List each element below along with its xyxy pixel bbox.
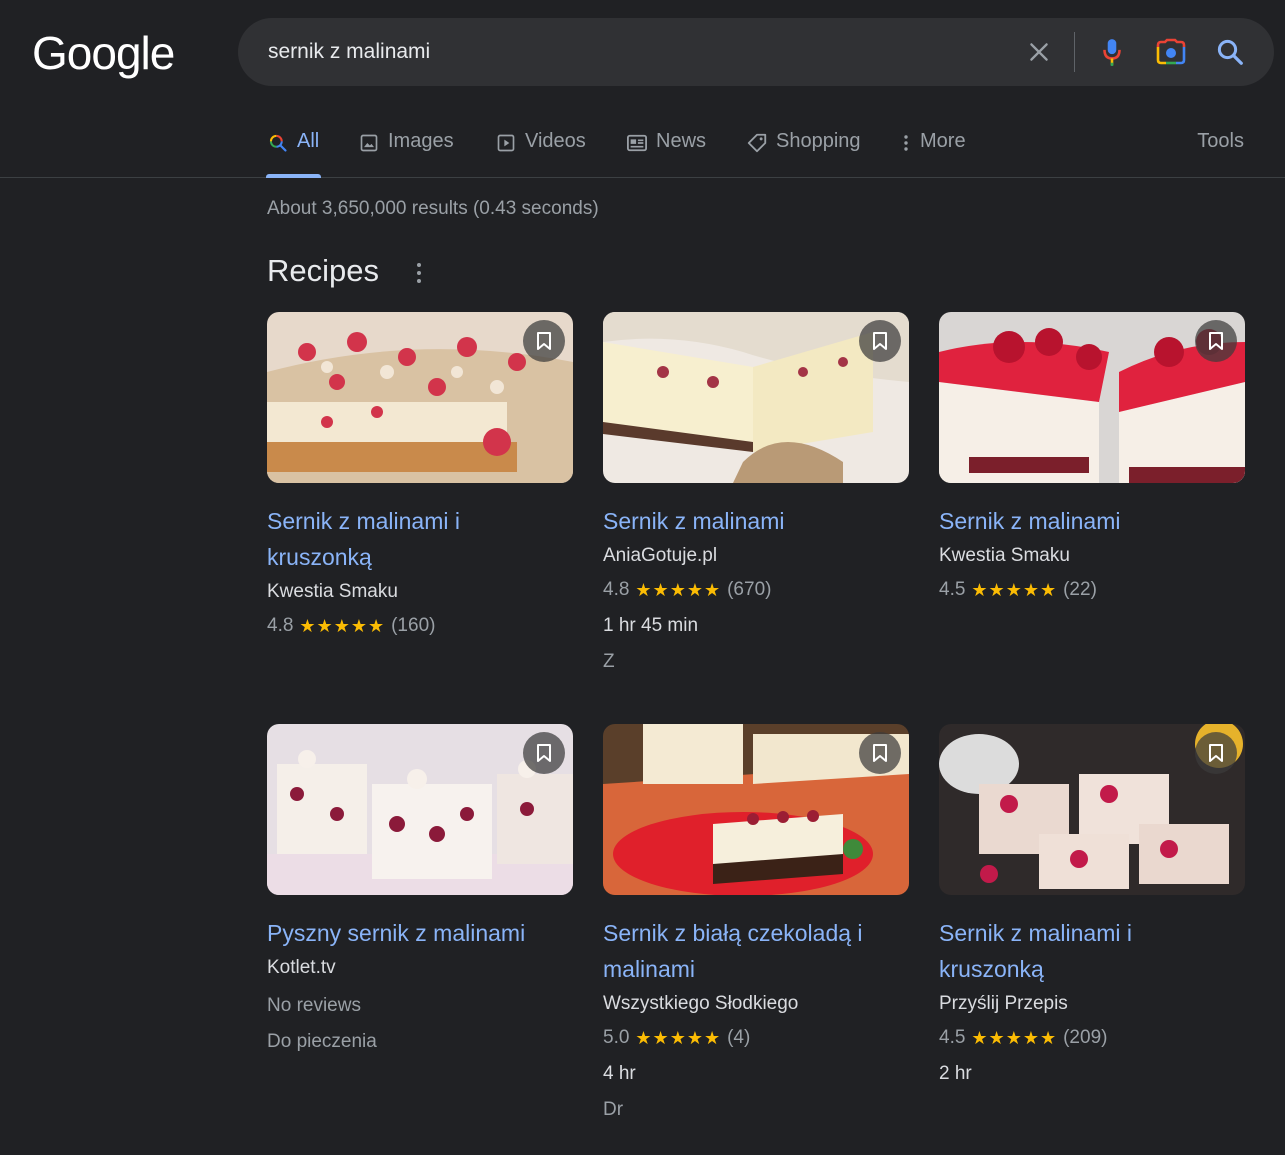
recipe-card[interactable]: Pyszny sernik z malinami Kotlet.tv No re…: [267, 724, 573, 1053]
recipe-source: Kwestia Smaku: [939, 545, 1070, 566]
recipe-title[interactable]: Pyszny sernik z malinami: [267, 915, 567, 951]
search-box[interactable]: sernik z malinami: [238, 18, 1274, 86]
recipe-rating: 4.8 ★★★★★ (160): [267, 615, 573, 637]
recipe-category: Do pieczenia: [267, 1031, 377, 1052]
search-icon[interactable]: [1213, 35, 1247, 69]
recipe-source: Wszystkiego Słodkiego: [603, 993, 799, 1014]
tools-button[interactable]: Tools: [1197, 130, 1244, 153]
active-tab-indicator: [266, 174, 321, 178]
recipe-rating: 4.8 ★★★★★ (670): [603, 579, 909, 601]
recipe-time: 2 hr: [939, 1063, 972, 1084]
recipe-title[interactable]: Sernik z malinami: [939, 503, 1239, 539]
rating-value: 4.5: [939, 1027, 966, 1048]
search-input[interactable]: sernik z malinami: [268, 40, 430, 64]
header: Google sernik z malinami All Images Vide…: [0, 0, 1285, 178]
rating-value: 4.5: [939, 579, 966, 600]
tab-label: Images: [388, 130, 454, 152]
bookmark-icon[interactable]: [1195, 320, 1237, 362]
play-icon: [495, 132, 517, 154]
bookmark-icon[interactable]: [859, 732, 901, 774]
recipe-title[interactable]: Sernik z malinami i kruszonką: [939, 915, 1239, 987]
review-count: (209): [1063, 1027, 1108, 1048]
rating-value: 4.8: [603, 579, 630, 600]
recipe-image[interactable]: [603, 312, 909, 483]
recipe-rating: 4.5 ★★★★★ (22): [939, 579, 1245, 601]
news-icon: [626, 132, 648, 154]
recipe-title[interactable]: Sernik z malinami: [603, 503, 903, 539]
recipe-card[interactable]: Sernik z białą czekoladą i malinami Wszy…: [603, 724, 909, 1121]
tab-shopping[interactable]: Shopping: [746, 130, 861, 178]
more-vert-icon: [900, 132, 912, 154]
recipe-title[interactable]: Sernik z malinami i kruszonką: [267, 503, 567, 575]
recipe-image[interactable]: [603, 724, 909, 895]
tab-all[interactable]: All: [267, 130, 319, 178]
recipe-time: 4 hr: [603, 1063, 636, 1084]
recipe-card[interactable]: Sernik z malinami i kruszonką Kwestia Sm…: [267, 312, 573, 637]
tab-label: All: [297, 130, 320, 152]
recipe-image[interactable]: [267, 312, 573, 483]
search-icon: [267, 132, 289, 154]
recipe-card[interactable]: Sernik z malinami i kruszonką Przyślij P…: [939, 724, 1245, 1085]
review-count: (4): [727, 1027, 751, 1048]
review-count: (22): [1063, 579, 1097, 600]
recipe-image[interactable]: [939, 724, 1245, 895]
recipe-source: Przyślij Przepis: [939, 993, 1068, 1014]
rating-value: 5.0: [603, 1027, 630, 1048]
tab-label: Shopping: [776, 130, 861, 152]
tab-videos[interactable]: Videos: [495, 130, 586, 178]
rating-value: 4.8: [267, 615, 294, 636]
image-icon: [358, 132, 380, 154]
recipe-source: AniaGotuje.pl: [603, 545, 718, 566]
search-tabs: All Images Videos News Shopping More: [0, 120, 1285, 178]
recipe-card[interactable]: Sernik z malinami Kwestia Smaku 4.5 ★★★★…: [939, 312, 1245, 601]
tab-images[interactable]: Images: [358, 130, 454, 178]
results-stats: About 3,650,000 results (0.43 seconds): [267, 198, 599, 219]
star-rating-icon: ★★★★★: [635, 1027, 722, 1048]
bookmark-icon[interactable]: [859, 320, 901, 362]
tab-more[interactable]: More: [900, 130, 966, 178]
recipe-rating: 4.5 ★★★★★ (209): [939, 1027, 1245, 1049]
camera-icon[interactable]: [1154, 35, 1188, 69]
bookmark-icon[interactable]: [523, 732, 565, 774]
review-count: (160): [391, 615, 436, 636]
tab-label: Videos: [525, 130, 586, 152]
recipe-rating: 5.0 ★★★★★ (4): [603, 1027, 909, 1049]
recipe-ingredients: Dr: [603, 1099, 624, 1120]
recipe-image[interactable]: [939, 312, 1245, 483]
no-reviews-label: No reviews: [267, 995, 361, 1016]
microphone-icon[interactable]: [1095, 35, 1129, 69]
recipe-time: 1 hr 45 min: [603, 615, 699, 636]
recipe-card[interactable]: Sernik z malinami AniaGotuje.pl 4.8 ★★★★…: [603, 312, 909, 673]
recipes-more-options-icon[interactable]: [410, 260, 428, 286]
tab-label: News: [656, 130, 707, 152]
star-rating-icon: ★★★★★: [635, 579, 722, 600]
tab-news[interactable]: News: [626, 130, 706, 178]
clear-icon[interactable]: [1022, 35, 1056, 69]
recipes-heading: Recipes: [267, 253, 379, 288]
recipe-source: Kotlet.tv: [267, 957, 336, 978]
bookmark-icon[interactable]: [523, 320, 565, 362]
recipe-source: Kwestia Smaku: [267, 581, 398, 602]
recipe-ingredients: Z: [603, 651, 615, 672]
tag-icon: [746, 132, 768, 154]
google-logo[interactable]: Google: [32, 26, 175, 80]
star-rating-icon: ★★★★★: [971, 1027, 1058, 1048]
bookmark-icon[interactable]: [1195, 732, 1237, 774]
recipe-title[interactable]: Sernik z białą czekoladą i malinami: [603, 915, 903, 987]
review-count: (670): [727, 579, 772, 600]
star-rating-icon: ★★★★★: [971, 579, 1058, 600]
tab-label: More: [920, 130, 966, 152]
search-divider: [1074, 32, 1075, 72]
star-rating-icon: ★★★★★: [299, 615, 386, 636]
recipe-image[interactable]: [267, 724, 573, 895]
